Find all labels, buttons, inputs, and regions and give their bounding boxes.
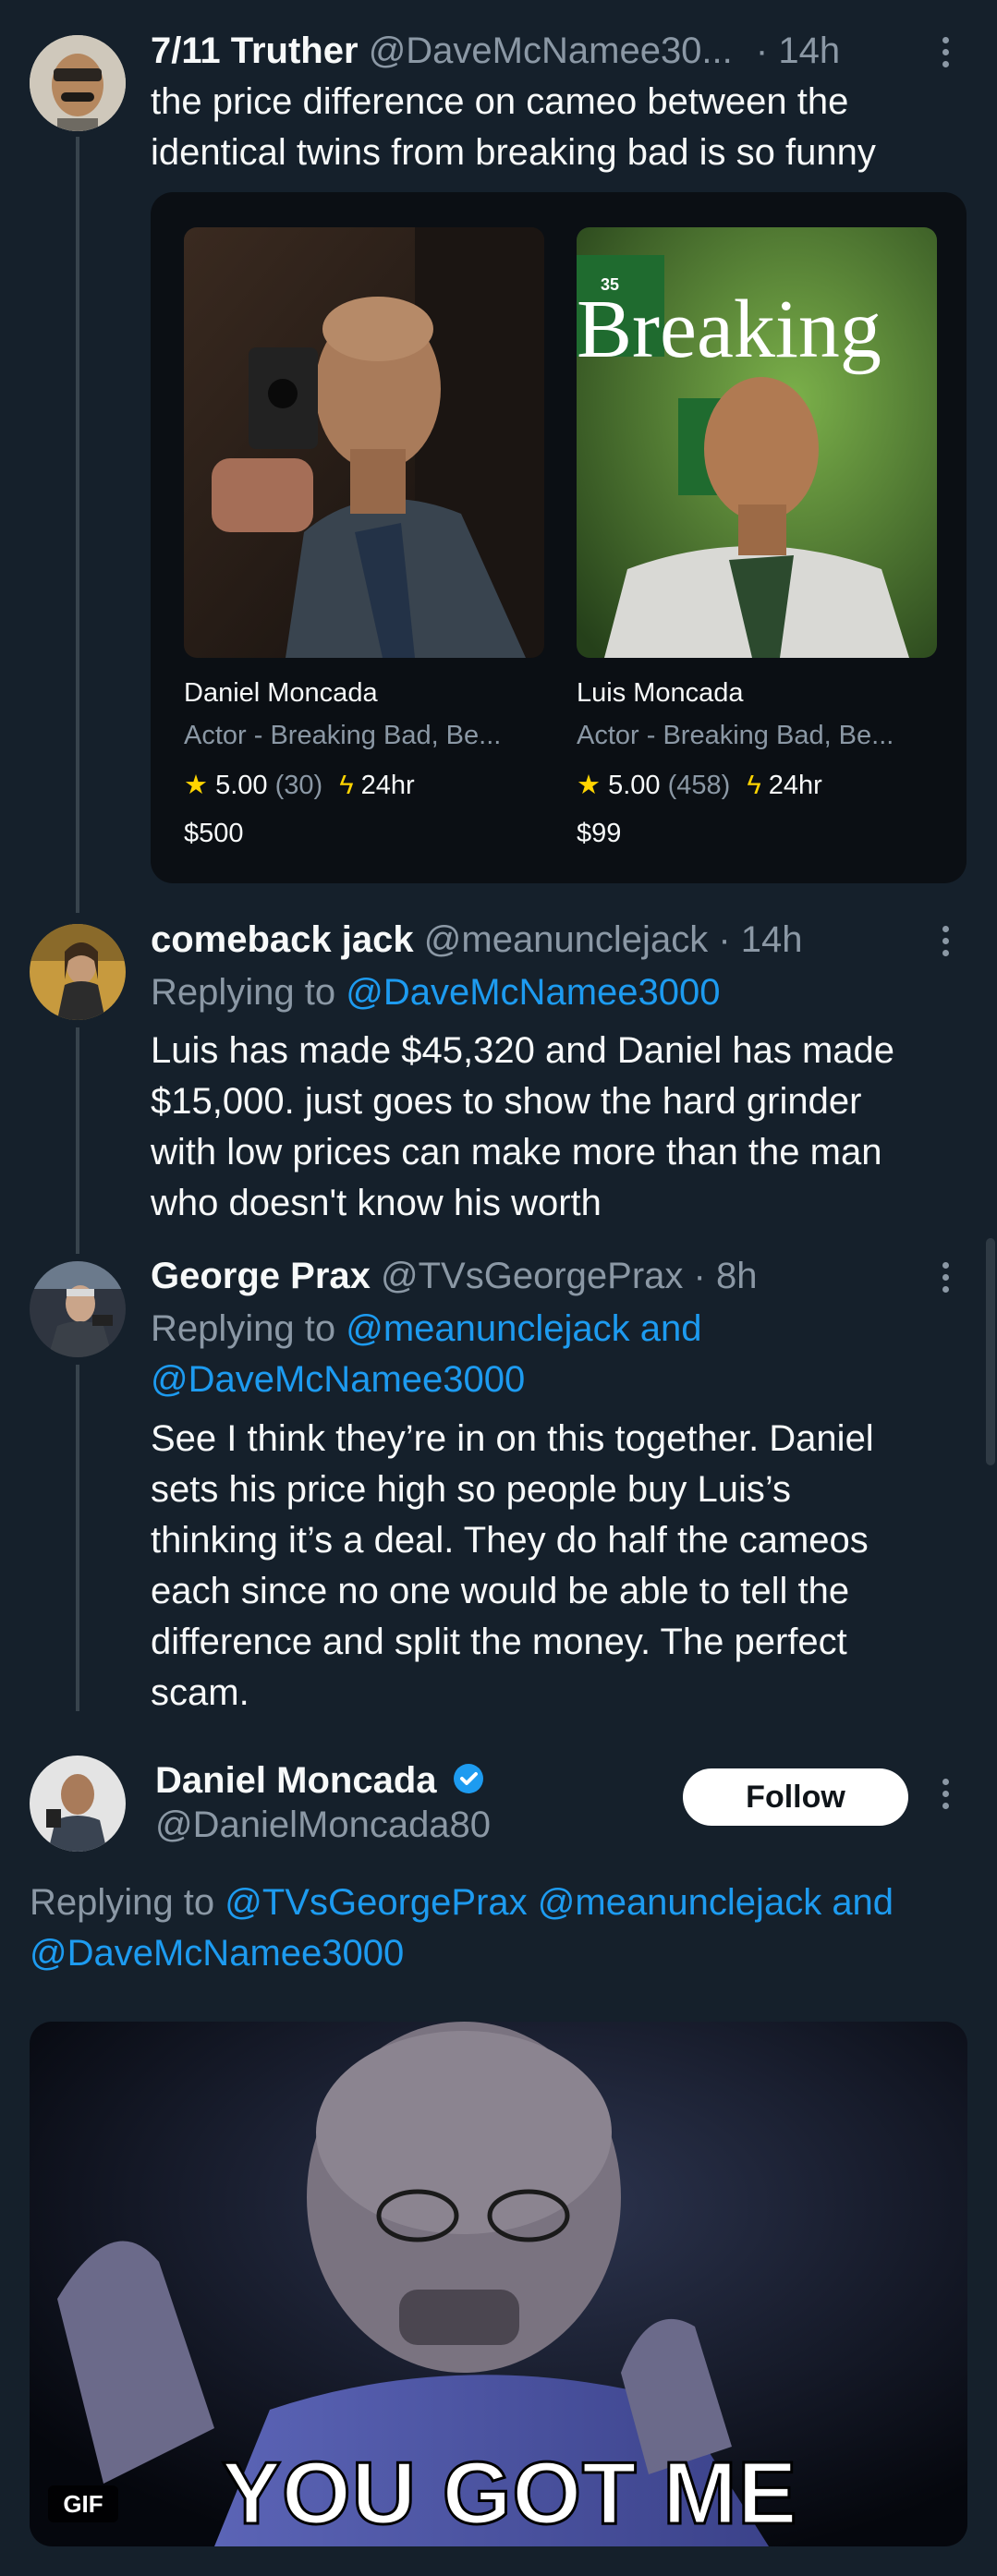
cameo-photo-luis: 35 Breaking	[577, 227, 937, 658]
gif-caption: YOU GOT ME	[220, 2443, 798, 2545]
replying-and: and	[832, 1882, 894, 1923]
cameo-rating-row: ★ 5.00 (30) ϟ 24hr	[184, 769, 415, 801]
avatar[interactable]	[30, 924, 126, 1020]
gif-badge: GIF	[48, 2485, 118, 2522]
cameo-subtitle: Actor - Breaking Bad, Be...	[184, 721, 502, 750]
star-icon: ★	[577, 771, 601, 800]
mention-link[interactable]: @DaveMcNamee3000	[346, 972, 720, 1013]
tweet-header: 7/11 Truther @DaveMcNamee30... · 14h	[151, 26, 840, 77]
replying-to: Replying to @DaveMcNamee3000	[151, 967, 720, 1018]
timestamp[interactable]: · 14h	[756, 30, 840, 71]
thread-line	[76, 137, 79, 913]
timestamp[interactable]: · 8h	[694, 1256, 758, 1296]
tweet-text-line: the price difference on cameo between th…	[151, 81, 849, 122]
display-name[interactable]: George Prax	[151, 1256, 371, 1296]
media-image-cameo-screenshot[interactable]: 35 Breaking Daniel Moncada Actor - Break…	[151, 192, 967, 883]
cameo-name: Luis Moncada	[577, 678, 744, 708]
follow-button[interactable]: Follow	[683, 1768, 908, 1826]
user-handle[interactable]: @TVsGeorgePrax	[381, 1256, 683, 1296]
tweet-text-line: who doesn't know his worth	[151, 1183, 602, 1223]
avatar[interactable]	[30, 35, 126, 131]
mention-link[interactable]: @meanunclejack	[346, 1308, 629, 1349]
tweet-text-line: $15,000. just goes to show the hard grin…	[151, 1081, 862, 1122]
tweet-text-line: sets his price high so people buy Luis’s	[151, 1469, 792, 1510]
mention-link[interactable]: @TVsGeorgePrax	[225, 1882, 527, 1923]
cameo-photo-daniel	[184, 227, 544, 658]
star-icon: ★	[184, 771, 208, 800]
avatar[interactable]	[30, 1756, 126, 1852]
user-handle[interactable]: @DaveMcNamee30...	[369, 30, 733, 71]
tweet-header: comeback jack @meanunclejack · 14h	[151, 915, 802, 966]
tweet-text-line: Luis has made $45,320 and Daniel has mad…	[151, 1030, 894, 1071]
cameo-delivery-time: 24hr	[360, 771, 415, 800]
replying-to: Replying to @TVsGeorgePrax @meanunclejac…	[30, 1877, 894, 1928]
more-options-icon[interactable]	[942, 1779, 950, 1815]
display-name[interactable]: comeback jack	[151, 919, 414, 960]
cameo-rating: 5.00	[215, 771, 268, 800]
display-name[interactable]: Daniel Moncada	[155, 1760, 437, 1801]
cameo-rating: 5.00	[608, 771, 661, 800]
user-handle[interactable]: @DanielMoncada80	[155, 1800, 491, 1851]
lightning-icon: ϟ	[339, 771, 354, 800]
scrollbar-thumb[interactable]	[986, 1238, 995, 1465]
cameo-price: $99	[577, 819, 622, 848]
timestamp[interactable]: · 14h	[718, 919, 802, 960]
cameo-rating-row: ★ 5.00 (458) ϟ 24hr	[577, 769, 822, 801]
replying-to-label: Replying to	[30, 1882, 215, 1923]
avatar[interactable]	[30, 1261, 126, 1357]
replying-to-label: Replying to	[151, 1308, 336, 1349]
cameo-review-count: (30)	[274, 771, 323, 800]
lightning-icon: ϟ	[747, 771, 761, 800]
cameo-subtitle: Actor - Breaking Bad, Be...	[577, 721, 894, 750]
cameo-price: $500	[184, 819, 244, 848]
user-handle[interactable]: @meanunclejack	[424, 919, 708, 960]
replying-and: and	[639, 1308, 702, 1349]
replying-to: Replying to @meanunclejack and	[151, 1304, 702, 1355]
mention-link[interactable]: @DaveMcNamee3000	[30, 1928, 404, 1979]
tweet-text-line: with low prices can make more than the m…	[151, 1132, 882, 1173]
tweet-text-line: each since no one would be able to tell …	[151, 1571, 850, 1611]
cameo-name: Daniel Moncada	[184, 678, 378, 708]
more-options-icon[interactable]	[942, 37, 950, 73]
tweet-text-line: identical twins from breaking bad is so …	[151, 132, 876, 173]
cameo-review-count: (458)	[667, 771, 731, 800]
tweet-text-line: scam.	[151, 1672, 249, 1713]
tweet-text-line: difference and split the money. The perf…	[151, 1622, 847, 1662]
mention-link[interactable]: @meanunclejack	[538, 1882, 821, 1923]
display-name[interactable]: 7/11 Truther	[151, 30, 359, 71]
tweet-text-line: thinking it’s a deal. They do half the c…	[151, 1520, 869, 1561]
thread-line	[76, 1365, 79, 1711]
tweet-header: George Prax @TVsGeorgePrax · 8h	[151, 1251, 757, 1302]
more-options-icon[interactable]	[942, 926, 950, 962]
cameo-delivery-time: 24hr	[768, 771, 822, 800]
mention-link[interactable]: @DaveMcNamee3000	[151, 1355, 525, 1405]
tweet-text-line: See I think they’re in on this together.…	[151, 1418, 874, 1459]
more-options-icon[interactable]	[942, 1262, 950, 1298]
poster-title: Breaking	[577, 284, 881, 375]
replying-to-label: Replying to	[151, 972, 336, 1013]
thread-line	[76, 1027, 79, 1254]
